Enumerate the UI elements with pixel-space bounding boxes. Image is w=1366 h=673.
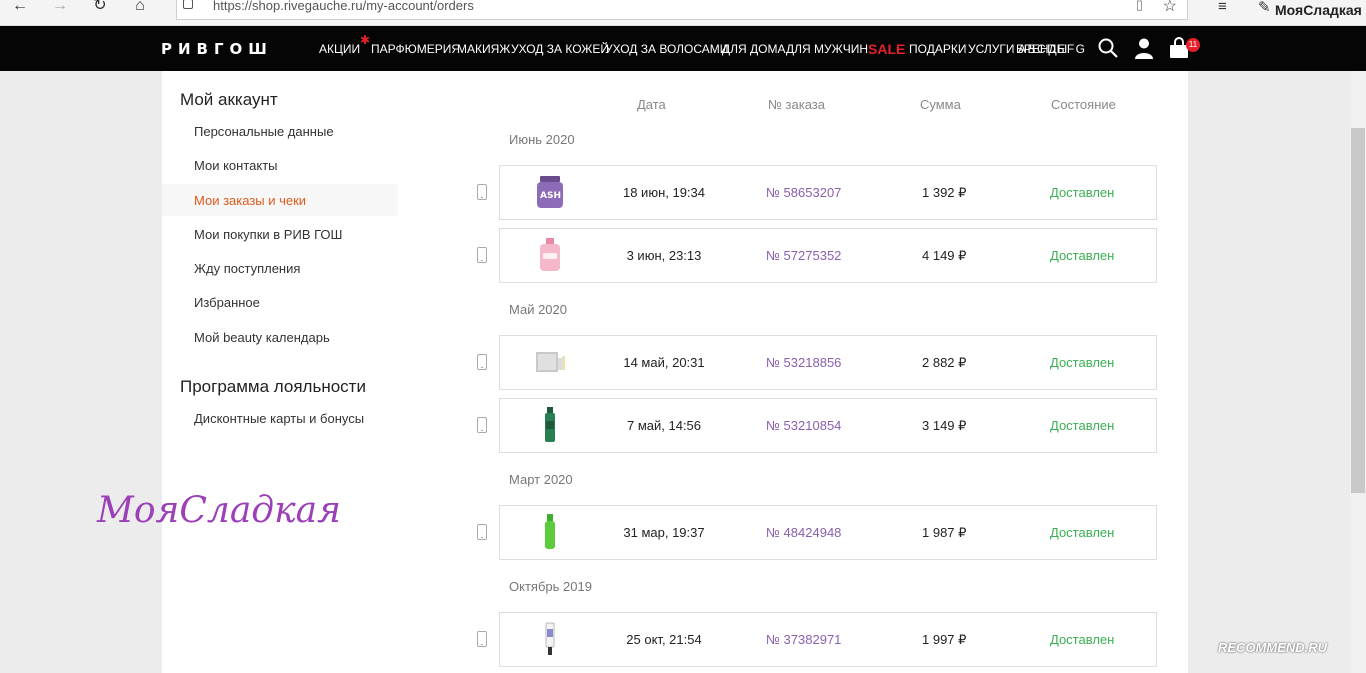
order-date: 18 июн, 19:34 [622,185,706,200]
order-date: 3 июн, 23:13 [626,248,702,263]
favorites-bar-icon[interactable]: ≡ [1218,0,1227,15]
order-date: 31 мар, 19:37 [623,525,705,540]
product-thumbnail[interactable] [534,344,566,380]
order-status: Доставлен [1050,355,1115,370]
menu-item-skin-care[interactable]: УХОД ЗА КОЖЕЙ [511,42,609,56]
home-icon[interactable]: ⌂ [128,0,152,18]
order-sum: 4 149 ₽ [922,248,967,263]
menu-item-services[interactable]: УСЛУГИ [968,42,1015,56]
sidebar-item-contacts[interactable]: Мои контакты [194,158,278,173]
back-icon[interactable]: ← [8,0,32,18]
product-thumbnail[interactable] [534,407,566,443]
sidebar-item-discount-cards[interactable]: Дисконтные карты и бонусы [194,411,364,426]
product-thumbnail[interactable]: ASH [534,174,566,210]
order-sum: 1 392 ₽ [922,185,967,200]
menu-item-makiyazh[interactable]: МАКИЯЖ [457,42,510,56]
menu-item-home[interactable]: ДЛЯ ДОМА [722,42,785,56]
sidebar-item-orders[interactable]: Мои заказы и чеки [194,193,306,208]
irecommend-watermark: RECOMMEND.RU [1218,640,1328,655]
order-status: Доставлен [1050,248,1115,263]
url-text[interactable]: https://shop.rivegauche.ru/my-account/or… [213,0,474,13]
order-status: Доставлен [1050,418,1115,433]
user-watermark: МояСладкая [97,490,341,531]
column-header-sum: Сумма [920,97,961,112]
mobile-phone-icon [477,417,487,433]
month-heading: Март 2020 [509,472,573,487]
order-sum: 1 997 ₽ [922,632,967,647]
order-sum: 2 882 ₽ [922,355,967,370]
mobile-phone-icon [477,631,487,647]
order-status: Доставлен [1050,632,1115,647]
sidebar-item-personal[interactable]: Персональные данные [194,124,334,139]
scrollbar-thumb[interactable] [1351,128,1365,493]
svg-text:ASH: ASH [540,191,561,201]
menu-item-sale[interactable]: SALE [868,41,905,57]
site-logo[interactable]: РИВГОШ [161,40,273,58]
sidebar-item-beauty-calendar[interactable]: Мой beauty календарь [194,330,330,345]
account-title: Мой аккаунт [180,90,278,109]
mobile-phone-icon [477,524,487,540]
favorite-star-icon[interactable]: ☆ [1163,0,1177,16]
order-status: Доставлен [1050,185,1115,200]
menu-item-hair-care[interactable]: УХОД ЗА ВОЛОСАМИ [605,42,728,56]
browser-toolbar: ← → ↻ ⌂ https://shop.rivegauche.ru/my-ac… [0,0,1366,26]
order-number-link[interactable]: № 48424948 [766,525,841,540]
search-icon[interactable] [1097,37,1119,59]
month-heading: Июнь 2020 [509,132,575,147]
order-date: 25 окт, 21:54 [626,632,702,647]
profile-name[interactable]: МояСладкая [1275,2,1362,18]
order-sum: 1 987 ₽ [922,525,967,540]
menu-item-men[interactable]: ДЛЯ МУЖЧИН [786,42,868,56]
order-date: 7 май, 14:56 [626,418,702,433]
column-header-number: № заказа [768,97,825,112]
product-thumbnail[interactable] [534,237,566,273]
reading-view-icon[interactable]: ▯ [1136,0,1143,13]
refresh-icon[interactable]: ↻ [88,0,112,18]
order-number-link[interactable]: № 37382971 [766,632,841,647]
column-header-date: Дата [637,97,666,112]
lock-icon [183,0,193,9]
address-bar[interactable]: https://shop.rivegauche.ru/my-account/or… [176,0,1188,20]
product-thumbnail[interactable] [534,621,566,657]
mobile-phone-icon [477,354,487,370]
brand-letters: ABCDEFG [1018,42,1087,56]
order-sum: 3 149 ₽ [922,418,967,433]
menu-item-parfumeria[interactable]: ПАРФЮМЕРИЯ [371,42,460,56]
site-header: РИВГОШ АКЦИИ ✱ ПАРФЮМЕРИЯ МАКИЯЖ УХОД ЗА… [0,26,1366,71]
product-thumbnail[interactable] [534,514,566,550]
month-heading: Май 2020 [509,302,567,317]
order-number-link[interactable]: № 53210854 [766,418,841,433]
menu-item-akcii[interactable]: АКЦИИ [319,42,360,56]
sidebar-item-purchases[interactable]: Мои покупки в РИВ ГОШ [194,227,342,242]
pen-icon[interactable]: ✎ [1258,0,1271,16]
order-number-link[interactable]: № 58653207 [766,185,841,200]
menu-item-gifts[interactable]: ПОДАРКИ [909,42,966,56]
month-heading: Октябрь 2019 [509,579,592,594]
user-icon[interactable] [1133,37,1155,59]
forward-icon[interactable]: → [48,0,72,18]
sidebar-item-waitlist[interactable]: Жду поступления [194,261,300,276]
order-date: 14 май, 20:31 [623,355,705,370]
asterisk-icon: ✱ [360,33,371,47]
mobile-phone-icon [477,247,487,263]
order-number-link[interactable]: № 53218856 [766,355,841,370]
column-header-status: Состояние [1051,97,1116,112]
cart-count-badge: 11 [1186,38,1200,52]
order-status: Доставлен [1050,525,1115,540]
loyalty-title: Программа лояльности [180,377,366,396]
order-number-link[interactable]: № 57275352 [766,248,841,263]
sidebar-item-favorites[interactable]: Избранное [194,295,260,310]
mobile-phone-icon [477,184,487,200]
